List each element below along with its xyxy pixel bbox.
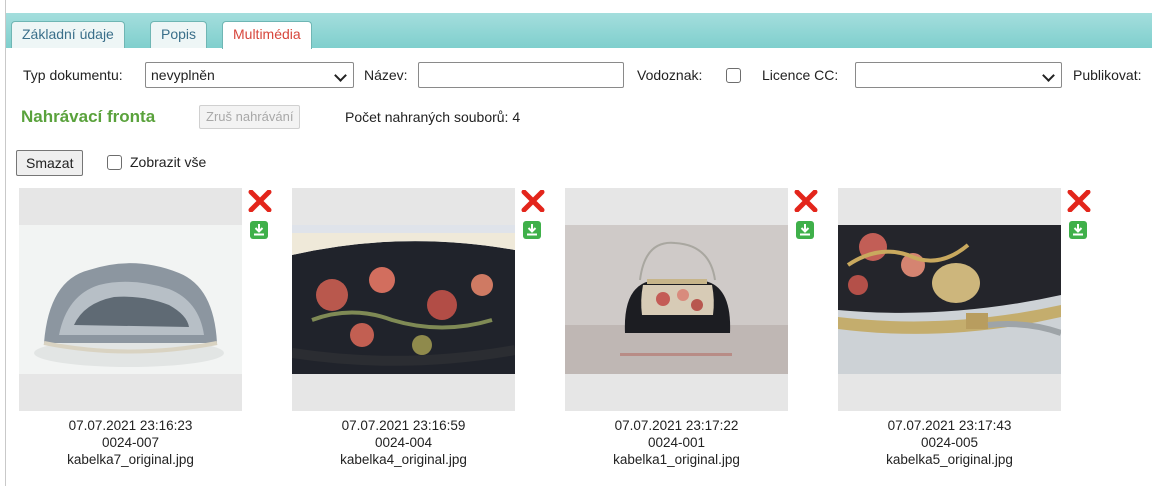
thumbnail-image[interactable] [292,188,515,411]
show-all-label: Zobrazit vše [130,154,207,170]
name-label: Název: [364,67,408,83]
doc-type-select[interactable]: nevyplněn [145,62,354,88]
item-date: 07.07.2021 23:17:43 [887,418,1012,433]
delete-button[interactable]: Smazat [16,150,84,176]
download-icon[interactable] [250,221,268,239]
publish-label: Publikovat: [1073,67,1142,83]
close-icon[interactable] [794,190,818,212]
purse-photo-2 [292,225,515,374]
name-input[interactable] [418,62,624,88]
purse-photo-4 [838,225,1061,374]
filter-row: Typ dokumentu: nevyplněn Název: Vodoznak… [0,62,1152,88]
tab-zakladni-udaje[interactable]: Základní údaje [11,21,125,48]
item-code: 0024-001 [647,435,706,450]
download-icon[interactable] [1069,221,1087,239]
gallery-item: 07.07.2021 23:17:43 0024-005 kabelka5_or… [838,188,1098,478]
close-icon[interactable] [248,190,272,212]
item-filename: kabelka7_original.jpg [67,452,194,467]
purse-photo-3 [565,225,788,374]
item-code: 0024-007 [101,435,160,450]
upload-queue-title: Nahrávací fronta [21,107,156,126]
item-filename: kabelka1_original.jpg [613,452,740,467]
thumbnail-image[interactable] [838,188,1061,411]
show-all-checkbox[interactable] [107,155,122,170]
thumbnail-image[interactable] [565,188,788,411]
chevron-down-icon [334,69,347,82]
close-icon[interactable] [1067,190,1091,212]
close-icon[interactable] [521,190,545,212]
cancel-upload-button[interactable]: Zruš nahrávání [199,105,301,129]
gallery-item: 07.07.2021 23:16:23 0024-007 kabelka7_or… [19,188,279,478]
item-filename: kabelka5_original.jpg [886,452,1013,467]
doc-type-value: nevyplněn [151,67,215,83]
tab-bar: Základní údaje Popis Multimédia [6,13,1152,49]
thumbnail-image[interactable] [19,188,242,411]
item-code: 0024-004 [374,435,433,450]
upload-count-text: Počet nahraných souborů: 4 [345,109,521,125]
gallery-item: 07.07.2021 23:17:22 0024-001 kabelka1_or… [565,188,825,478]
item-filename: kabelka4_original.jpg [340,452,467,467]
page: Základní údaje Popis Multimédia Typ doku… [0,0,1152,486]
tab-popis[interactable]: Popis [150,21,208,48]
purse-photo-1 [19,225,242,374]
tab-multimedia[interactable]: Multimédia [222,21,312,49]
license-label: Licence CC: [762,67,839,83]
license-select[interactable] [855,62,1062,88]
item-date: 07.07.2021 23:16:59 [341,418,466,433]
chevron-down-icon [1042,69,1055,82]
watermark-label: Vodoznak: [637,67,703,83]
watermark-checkbox[interactable] [726,68,741,83]
item-code: 0024-005 [920,435,979,450]
item-date: 07.07.2021 23:16:23 [68,418,193,433]
download-icon[interactable] [796,221,814,239]
doc-type-label: Typ dokumentu: [23,67,123,83]
download-icon[interactable] [523,221,541,239]
item-date: 07.07.2021 23:17:22 [614,418,739,433]
gallery-item: 07.07.2021 23:16:59 0024-004 kabelka4_or… [292,188,552,478]
